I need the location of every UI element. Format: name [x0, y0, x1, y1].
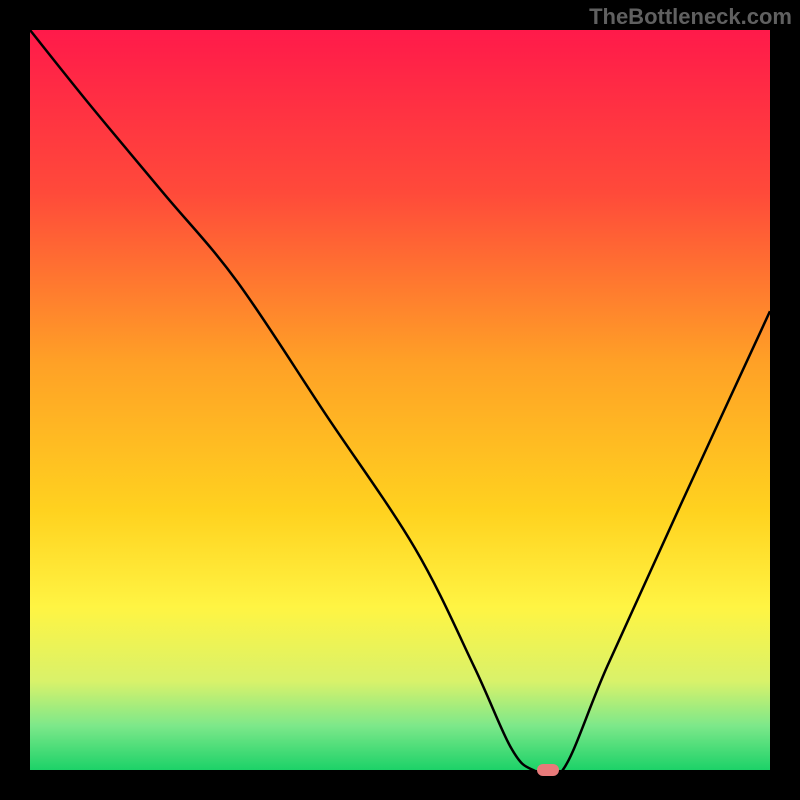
optimal-marker: [537, 764, 559, 776]
chart-container: TheBottleneck.com: [0, 0, 800, 800]
watermark-text: TheBottleneck.com: [589, 4, 792, 30]
curve-svg: [30, 30, 770, 770]
bottleneck-curve-path: [30, 30, 770, 770]
plot-area: [30, 30, 770, 770]
